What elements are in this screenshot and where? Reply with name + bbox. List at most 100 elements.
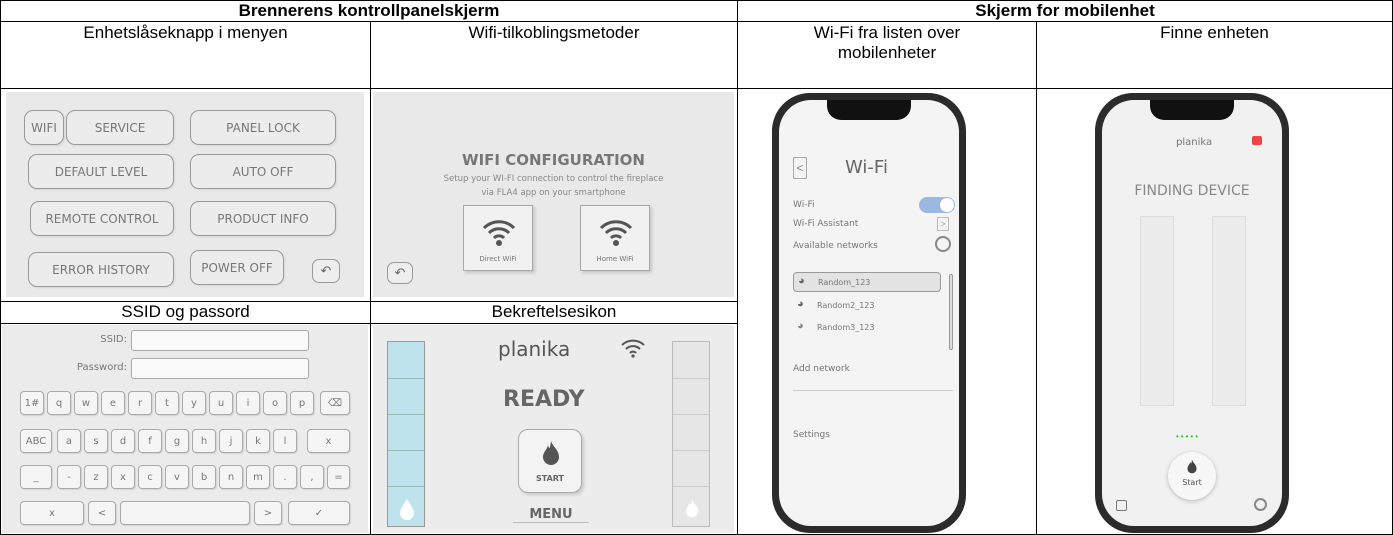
network-list: ◕ Random_123 ◕ Random2_123 ◕ Random3_123 [791,272,953,352]
key-v[interactable]: v [165,465,189,489]
error-history-button[interactable]: ERROR HISTORY [28,252,174,287]
auto-off-button[interactable]: AUTO OFF [190,154,336,189]
wifi-icon [599,220,633,246]
key-space[interactable] [120,501,250,525]
ready-status: READY [503,387,585,412]
key-left-arrow[interactable]: < [88,501,116,525]
panel-lock-button[interactable]: PANEL LOCK [190,110,336,145]
service-button[interactable]: SERVICE [66,110,174,145]
lock-icon[interactable] [1252,136,1262,145]
key-q[interactable]: q [47,391,71,415]
key-r[interactable]: r [128,391,152,415]
info-icon[interactable] [1116,500,1127,511]
header-mobile-screen: Skjerm for mobilenhet [975,1,1155,20]
network-item[interactable]: ◕ Random2_123 [793,296,941,316]
phone-wifi-list: < Wi-Fi Wi-Fi Wi-Fi Assistant > Availabl… [772,93,966,533]
wifi-page-title: Wi-Fi [845,157,888,178]
checkmark-icon[interactable]: ✓ [288,501,350,525]
available-networks-label: Available networks [793,241,878,251]
wifi-signal-icon: ◕ [798,275,805,287]
home-wifi-button[interactable]: Home WiFi [580,205,650,271]
password-label: Password: [76,362,127,373]
backspace-icon[interactable]: ⌫ [320,391,350,415]
home-wifi-label: Home WiFi [596,255,634,263]
key-p[interactable]: p [290,391,314,415]
ssid-input[interactable] [131,330,309,351]
chevron-right-icon[interactable]: > [937,217,949,231]
row-ssid-password: SSID og passord [121,302,250,321]
power-off-button[interactable]: POWER OFF [190,250,284,285]
direct-wifi-label: Direct WiFi [479,255,517,263]
wifi-button[interactable]: WIFI [24,110,64,145]
back-chevron-icon[interactable]: < [793,157,807,179]
key-k[interactable]: k [246,429,270,453]
start-label: START [535,474,565,483]
key-right-arrow[interactable]: > [254,501,282,525]
key-x-wide[interactable]: x [307,429,350,453]
add-network-link[interactable]: Add network [793,364,850,374]
col-finding-device: Finne enheten [1160,23,1269,42]
col-mobile-wifi-list: Wi-Fi fra listen over mobilenheter [813,23,961,62]
product-info-button[interactable]: PRODUCT INFO [190,201,336,236]
key-abc[interactable]: ABC [20,429,52,453]
row-confirmation-icon: Bekreftelsesikon [491,302,617,321]
progress-dots: ••••• [1176,432,1201,441]
menu-button[interactable]: MENU [513,507,589,523]
key-w[interactable]: w [74,391,98,415]
return-arrow-icon[interactable]: ↶ [387,262,413,284]
key-d[interactable]: d [111,429,135,453]
key-j[interactable]: j [219,429,243,453]
key-t[interactable]: t [155,391,179,415]
key-g[interactable]: g [165,429,189,453]
start-label: Start [1182,478,1202,487]
flame-icon [1187,459,1197,474]
wifi-config-title: WIFI CONFIGURATION [462,151,645,169]
key-b[interactable]: b [192,465,216,489]
key-1hash[interactable]: 1# [20,391,44,415]
start-button[interactable]: Start [1168,452,1216,500]
network-item[interactable]: ◕ Random_123 [793,272,941,292]
key-h[interactable]: h [192,429,216,453]
key-dot[interactable]: . [273,465,297,489]
key-u[interactable]: u [209,391,233,415]
wifi-signal-icon: ◕ [797,298,804,310]
start-button[interactable]: START [518,429,582,493]
key-l[interactable]: l [273,429,297,453]
key-n[interactable]: n [219,465,243,489]
key-x[interactable]: x [111,465,135,489]
scrollbar[interactable] [949,274,953,350]
finding-device-title: FINDING DEVICE [1134,183,1250,199]
gear-icon[interactable] [1254,498,1267,511]
default-level-button[interactable]: DEFAULT LEVEL [28,154,174,189]
key-i[interactable]: i [236,391,260,415]
key-dash[interactable]: - [57,465,81,489]
settings-link[interactable]: Settings [793,430,830,440]
key-y[interactable]: y [182,391,206,415]
key-c[interactable]: c [138,465,162,489]
key-comma[interactable]: , [300,465,324,489]
wifi-toggle[interactable] [919,197,955,213]
key-equals[interactable]: = [327,465,350,489]
refresh-icon[interactable] [935,236,951,252]
key-underscore[interactable]: _ [20,465,52,489]
wifi-config-subtitle-1: Setup your WI-FI connection to control t… [443,174,664,184]
key-close[interactable]: x [20,501,84,525]
planika-logo: planika [1176,137,1213,148]
key-e[interactable]: e [101,391,125,415]
key-z[interactable]: z [84,465,108,489]
network-item[interactable]: ◕ Random3_123 [793,318,941,338]
wifi-signal-icon: ◕ [797,320,804,332]
return-arrow-icon[interactable]: ↶ [312,259,340,283]
key-o[interactable]: o [263,391,287,415]
header-burner-screen: Brennerens kontrollpanelskjerm [238,1,500,20]
direct-wifi-button[interactable]: Direct WiFi [463,205,533,271]
col-menu-lock: Enhetslåseknapp i menyen [83,23,288,42]
col-wifi-methods: Wifi-tilkoblingsmetoder [468,23,640,42]
wifi-icon [482,220,516,246]
password-input[interactable] [131,358,309,379]
key-s[interactable]: s [84,429,108,453]
key-f[interactable]: f [138,429,162,453]
key-m[interactable]: m [246,465,270,489]
remote-control-button[interactable]: REMOTE CONTROL [30,201,174,236]
key-a[interactable]: a [57,429,81,453]
